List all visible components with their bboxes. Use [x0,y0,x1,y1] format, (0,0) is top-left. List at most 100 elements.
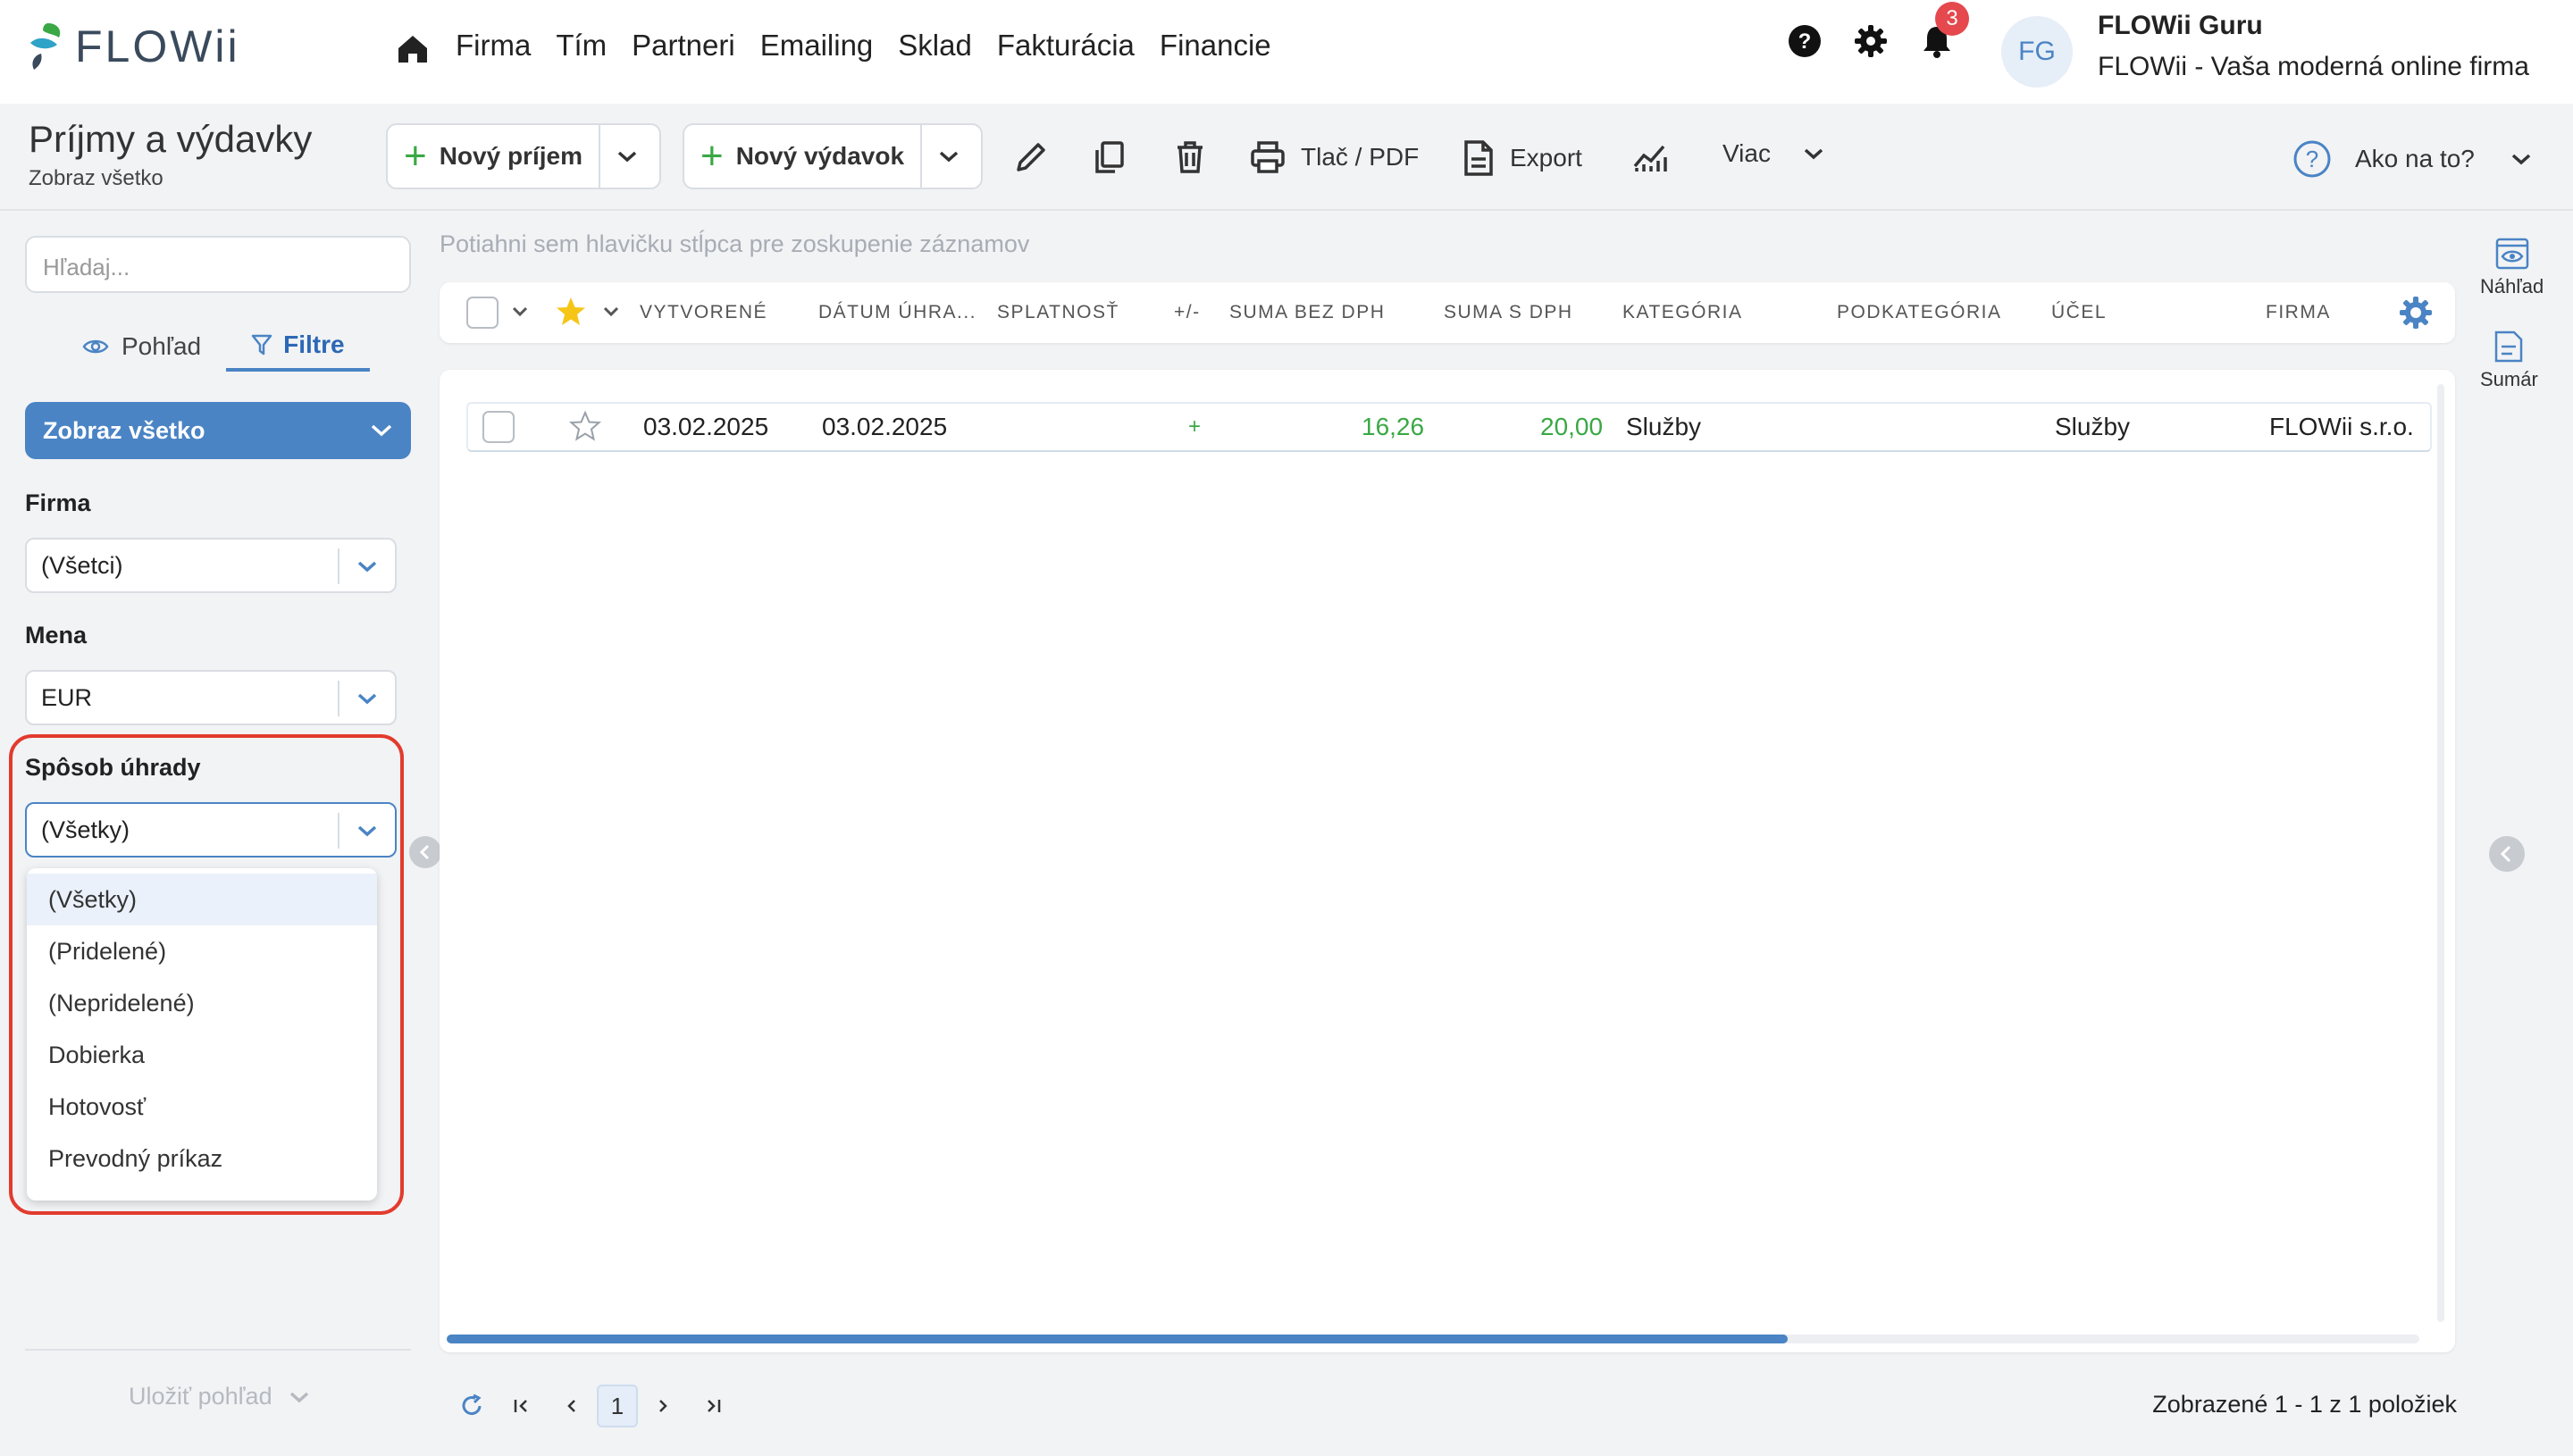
help-howto-button[interactable]: ? Ako na to? [2292,139,2546,179]
cell-company: FLOWii s.r.o. [2269,413,2414,440]
help-icon[interactable]: ? [1787,23,1823,59]
column-header-amount-net[interactable]: SUMA BEZ DPH [1229,302,1385,323]
option-unassigned[interactable]: (Nepridelené) [27,977,377,1029]
pencil-icon [1017,143,1045,172]
menu-item-firma[interactable]: Firma [456,29,531,63]
user-subtitle: FLOWii - Vaša moderná online firma [2098,52,2529,81]
next-page-button[interactable] [638,1385,688,1427]
prev-page-button[interactable] [547,1385,597,1427]
gear-icon[interactable] [1853,23,1889,59]
filter-icon [251,334,272,356]
new-expense-dropdown-button[interactable] [922,125,976,188]
show-all-label: Zobraz všetko [43,416,205,444]
chevron-left-icon [2500,845,2511,863]
company-select[interactable]: (Všetci) [25,538,397,593]
cell-amount-gross: 20,00 [1540,413,1604,440]
tab-filters[interactable]: Filtre [226,322,370,372]
last-page-button[interactable] [688,1385,738,1427]
company-select-toggle[interactable] [338,548,395,584]
avatar[interactable]: FG [2001,16,2073,88]
chevron-down-icon[interactable] [511,305,529,318]
show-all-dropdown[interactable]: Zobraz všetko [25,402,411,459]
star-filled-icon[interactable] [554,295,588,329]
menu-item-sklad[interactable]: Sklad [898,29,972,63]
option-cash-on-delivery[interactable]: Dobierka [27,1029,377,1081]
column-header-subcategory[interactable]: PODKATEGÓRIA [1837,302,2001,323]
vertical-scrollbar[interactable] [2437,384,2444,1322]
svg-text:?: ? [2306,146,2318,172]
plus-icon: + [700,134,724,178]
chevron-down-icon [617,151,637,163]
flowii-logo[interactable]: FLOWii [27,20,240,73]
trash-icon [1178,141,1203,173]
tab-filters-label: Filtre [283,331,345,358]
refresh-button[interactable] [447,1385,497,1427]
payment-method-select[interactable]: (Všetky) [25,802,397,858]
collapse-sidebar-button[interactable] [409,836,441,868]
menu-item-partneri[interactable]: Partneri [632,29,735,63]
first-page-button[interactable] [497,1385,547,1427]
summary-panel-button[interactable]: Sumár [2480,329,2538,391]
select-all-checkbox[interactable] [466,297,499,329]
menu-item-emailing[interactable]: Emailing [760,29,874,63]
payment-method-select-toggle[interactable] [338,813,395,849]
option-cash[interactable]: Hotovosť [27,1081,377,1133]
chevron-down-icon[interactable] [602,305,620,318]
help-label: Ako na to? [2355,145,2475,172]
column-header-payment-date[interactable]: DÁTUM ÚHRA... [818,302,976,323]
column-header-purpose[interactable]: ÚČEL [2051,302,2107,323]
option-all[interactable]: (Všetky) [27,874,377,925]
new-income-button[interactable]: + Nový príjem [388,125,600,188]
current-page[interactable]: 1 [597,1385,638,1427]
edit-button[interactable] [1013,139,1063,175]
option-bank-transfer[interactable]: Prevodný príkaz [27,1133,377,1184]
currency-select-value: EUR [41,683,93,711]
column-header-category[interactable]: KATEGÓRIA [1622,302,1742,323]
row-checkbox[interactable] [482,411,515,443]
more-button[interactable]: Viac [1722,139,1839,168]
new-income-dropdown-button[interactable] [600,125,654,188]
analytics-button[interactable] [1631,139,1683,175]
preview-label: Náhľad [2480,275,2544,297]
column-header-created[interactable]: VYTVORENÉ [640,302,767,323]
column-settings-icon[interactable] [2398,295,2434,331]
tab-view[interactable]: Pohľad [57,322,226,372]
first-page-icon [514,1400,527,1412]
home-icon[interactable] [393,29,432,68]
search-input[interactable]: Hľadaj... [25,236,411,293]
new-expense-button[interactable]: + Nový výdavok [684,125,923,188]
table-row[interactable]: 03.02.2025 03.02.2025 + 16,26 20,00 Služ… [466,402,2432,452]
user-name[interactable]: FLOWii Guru [2098,11,2263,41]
column-header-amount-gross[interactable]: SUMA S DPH [1444,302,1573,323]
flowii-logo-icon [30,23,61,70]
currency-select-toggle[interactable] [338,681,395,716]
new-expense-split-button: + Nový výdavok [683,123,983,189]
horizontal-scrollbar[interactable] [447,1335,2419,1343]
menu-item-financie[interactable]: Financie [1160,29,1271,63]
print-pdf-button[interactable]: Tlač / PDF [1249,139,1419,175]
column-header-due[interactable]: SPLATNOSŤ [997,302,1119,323]
column-header-company[interactable]: FIRMA [2266,302,2331,323]
export-button[interactable]: Export [1462,139,1582,177]
pager: 1 [447,1385,738,1427]
chevron-down-icon [289,1392,308,1402]
save-view-button[interactable]: Uložiť pohľad [129,1383,310,1410]
last-page-icon [708,1400,721,1412]
more-label: Viac [1722,139,1771,167]
preview-panel-button[interactable]: Náhľad [2480,236,2544,298]
star-outline-icon[interactable] [568,409,602,443]
menu-item-fakturacia[interactable]: Fakturácia [997,29,1135,63]
copy-button[interactable] [1092,139,1142,175]
chevron-down-icon [357,825,377,837]
menu-item-tim[interactable]: Tím [556,29,607,63]
currency-select[interactable]: EUR [25,670,397,725]
copy-icon [1095,141,1124,173]
grid-body: 03.02.2025 03.02.2025 + 16,26 20,00 Služ… [440,370,2455,1352]
column-header-sign[interactable]: +/- [1174,302,1201,323]
chevron-right-icon [659,1400,667,1412]
delete-button[interactable] [1172,139,1222,175]
collapse-right-panel-button[interactable] [2489,836,2525,872]
question-circle-icon: ? [2293,140,2331,178]
option-assigned[interactable]: (Pridelené) [27,925,377,977]
horizontal-scrollbar-thumb[interactable] [447,1335,1789,1343]
